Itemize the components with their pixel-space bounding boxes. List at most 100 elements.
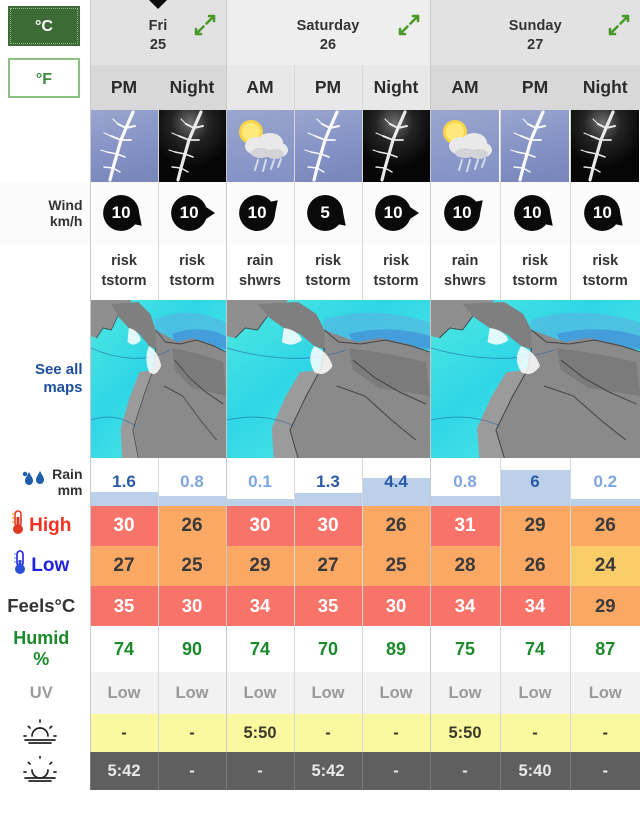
expand-arrows-icon[interactable] (194, 14, 216, 36)
sunset-value: - (569, 752, 640, 790)
condition-line2: tstorm (305, 273, 351, 289)
thunderstorm-night-icon (570, 110, 640, 182)
condition-cell: risk tstorm (293, 244, 362, 300)
forecast-map-saturday[interactable] (225, 300, 431, 458)
humidity-unit-text: % (33, 649, 50, 669)
sunrise-row: - -5:50- -5:50- - (0, 714, 640, 752)
high-value: 30 (225, 506, 294, 546)
rain-cell: 1.6 (89, 458, 158, 506)
rain-value: 0.2 (593, 472, 618, 491)
humidity-value: 89 (361, 626, 431, 672)
low-row: Low 27 25 29 27 25 28 26 24 (0, 546, 640, 586)
feels-value: 34 (499, 586, 571, 626)
slot-header-night[interactable]: Night (157, 65, 226, 110)
expand-arrows-icon[interactable] (398, 14, 420, 36)
see-all-maps-line2: maps (43, 379, 83, 396)
thermometer-hot-icon (11, 510, 25, 542)
feels-value: 30 (157, 586, 226, 626)
see-all-maps-link[interactable]: See all maps (0, 300, 90, 458)
rain-row: Rain mm 1.6 0.8 0.1 1.3 4.4 0.8 6 0.2 (0, 458, 640, 506)
uv-value: Low (429, 672, 501, 714)
slot-header-pm[interactable]: PM (293, 65, 362, 110)
weather-icon-cell (157, 110, 226, 182)
map-image-icon (430, 300, 640, 458)
slot-header-night[interactable]: Night (361, 65, 431, 110)
uv-row: UV Low Low Low Low Low Low Low Low (0, 672, 640, 714)
icon-row-label (0, 110, 90, 182)
feels-value: 34 (429, 586, 501, 626)
high-row: High 30 26 30 30 26 31 29 26 (0, 506, 640, 546)
condition-cell: risk tstorm (89, 244, 158, 300)
rain-label: Rain mm (0, 458, 90, 506)
weather-icon-cell (89, 110, 158, 182)
day-header-saturday[interactable]: Saturday 26 (225, 0, 431, 66)
weather-icon-cell (499, 110, 571, 182)
wind-row: Wind km/h 10 10 10 5 10 10 10 10 (0, 182, 640, 244)
feels-row: Feels°C 35 30 34 35 30 34 34 29 (0, 586, 640, 626)
humidity-value: 70 (293, 626, 362, 672)
low-value: 25 (157, 546, 226, 586)
sunset-value: 5:42 (293, 752, 362, 790)
rain-value: 6 (530, 472, 540, 491)
wind-speed-badge: 10 (375, 195, 412, 231)
humidity-row: Humid% 74 90 74 70 89 75 74 87 (0, 626, 640, 672)
day-date: 25 (149, 36, 167, 53)
wind-cell: 10 (225, 182, 294, 244)
sunset-value: - (429, 752, 501, 790)
high-value: 26 (361, 506, 431, 546)
condition-line1: risk (522, 253, 548, 270)
uv-label: UV (0, 672, 90, 714)
low-value: 29 (225, 546, 294, 586)
rain-cell: 0.8 (429, 458, 501, 506)
humidity-value: 87 (569, 626, 640, 672)
forecast-table: °C °F Fri 25 Saturday 26 Sunday 27 PM Night AM PM Ni… (0, 0, 640, 790)
condition-line1: rain (451, 253, 479, 270)
low-value: 27 (293, 546, 362, 586)
wind-cell: 10 (429, 182, 501, 244)
high-value: 29 (499, 506, 571, 546)
feels-value: 30 (361, 586, 431, 626)
slot-header-night[interactable]: Night (569, 65, 640, 110)
humidity-value: 90 (157, 626, 226, 672)
expand-arrows-icon[interactable] (608, 14, 630, 36)
feels-value: 34 (225, 586, 294, 626)
raindrops-icon (22, 470, 48, 493)
wind-cell: 10 (569, 182, 640, 244)
high-value: 30 (293, 506, 362, 546)
condition-line1: risk (592, 253, 619, 270)
low-value: 27 (89, 546, 158, 586)
weather-icon-cell (293, 110, 362, 182)
sunset-value: - (225, 752, 294, 790)
slot-header-am[interactable]: AM (429, 65, 501, 110)
condition-line2: tstorm (373, 273, 419, 289)
condition-row: risk tstorm risk tstorm rain shwrs risk tstorm r… (0, 244, 640, 300)
weather-icon-cell (429, 110, 501, 182)
rain-value: 1.6 (112, 472, 136, 491)
forecast-map-fri[interactable] (89, 300, 226, 458)
unit-fahrenheit-button[interactable]: °F (8, 58, 80, 98)
condition-line1: risk (179, 253, 205, 270)
rain-cell: 4.4 (361, 458, 431, 506)
day-header-sunday[interactable]: Sunday 27 (429, 0, 640, 66)
condition-line1: risk (111, 253, 137, 270)
sunrise-value: - (361, 714, 431, 752)
condition-cell: rain shwrs (429, 244, 501, 300)
day-date: 27 (527, 36, 544, 53)
low-value: 25 (361, 546, 431, 586)
condition-cell: rain shwrs (225, 244, 294, 300)
map-image-icon (226, 300, 430, 458)
slot-header-pm[interactable]: PM (499, 65, 571, 110)
unit-celsius-button[interactable]: °C (8, 6, 80, 46)
uv-value: Low (499, 672, 571, 714)
slot-header-pm[interactable]: PM (89, 65, 158, 110)
wind-cell: 10 (499, 182, 571, 244)
thermometer-cold-icon (13, 550, 27, 582)
map-image-icon (90, 300, 226, 458)
slot-header-am[interactable]: AM (225, 65, 294, 110)
sunset-label (0, 752, 90, 790)
sun-cloud-rain-icon (430, 110, 500, 182)
wind-speed-badge: 10 (514, 195, 551, 231)
day-header-fri[interactable]: Fri 25 (89, 0, 226, 66)
uv-value: Low (293, 672, 362, 714)
forecast-map-sunday[interactable] (429, 300, 640, 458)
